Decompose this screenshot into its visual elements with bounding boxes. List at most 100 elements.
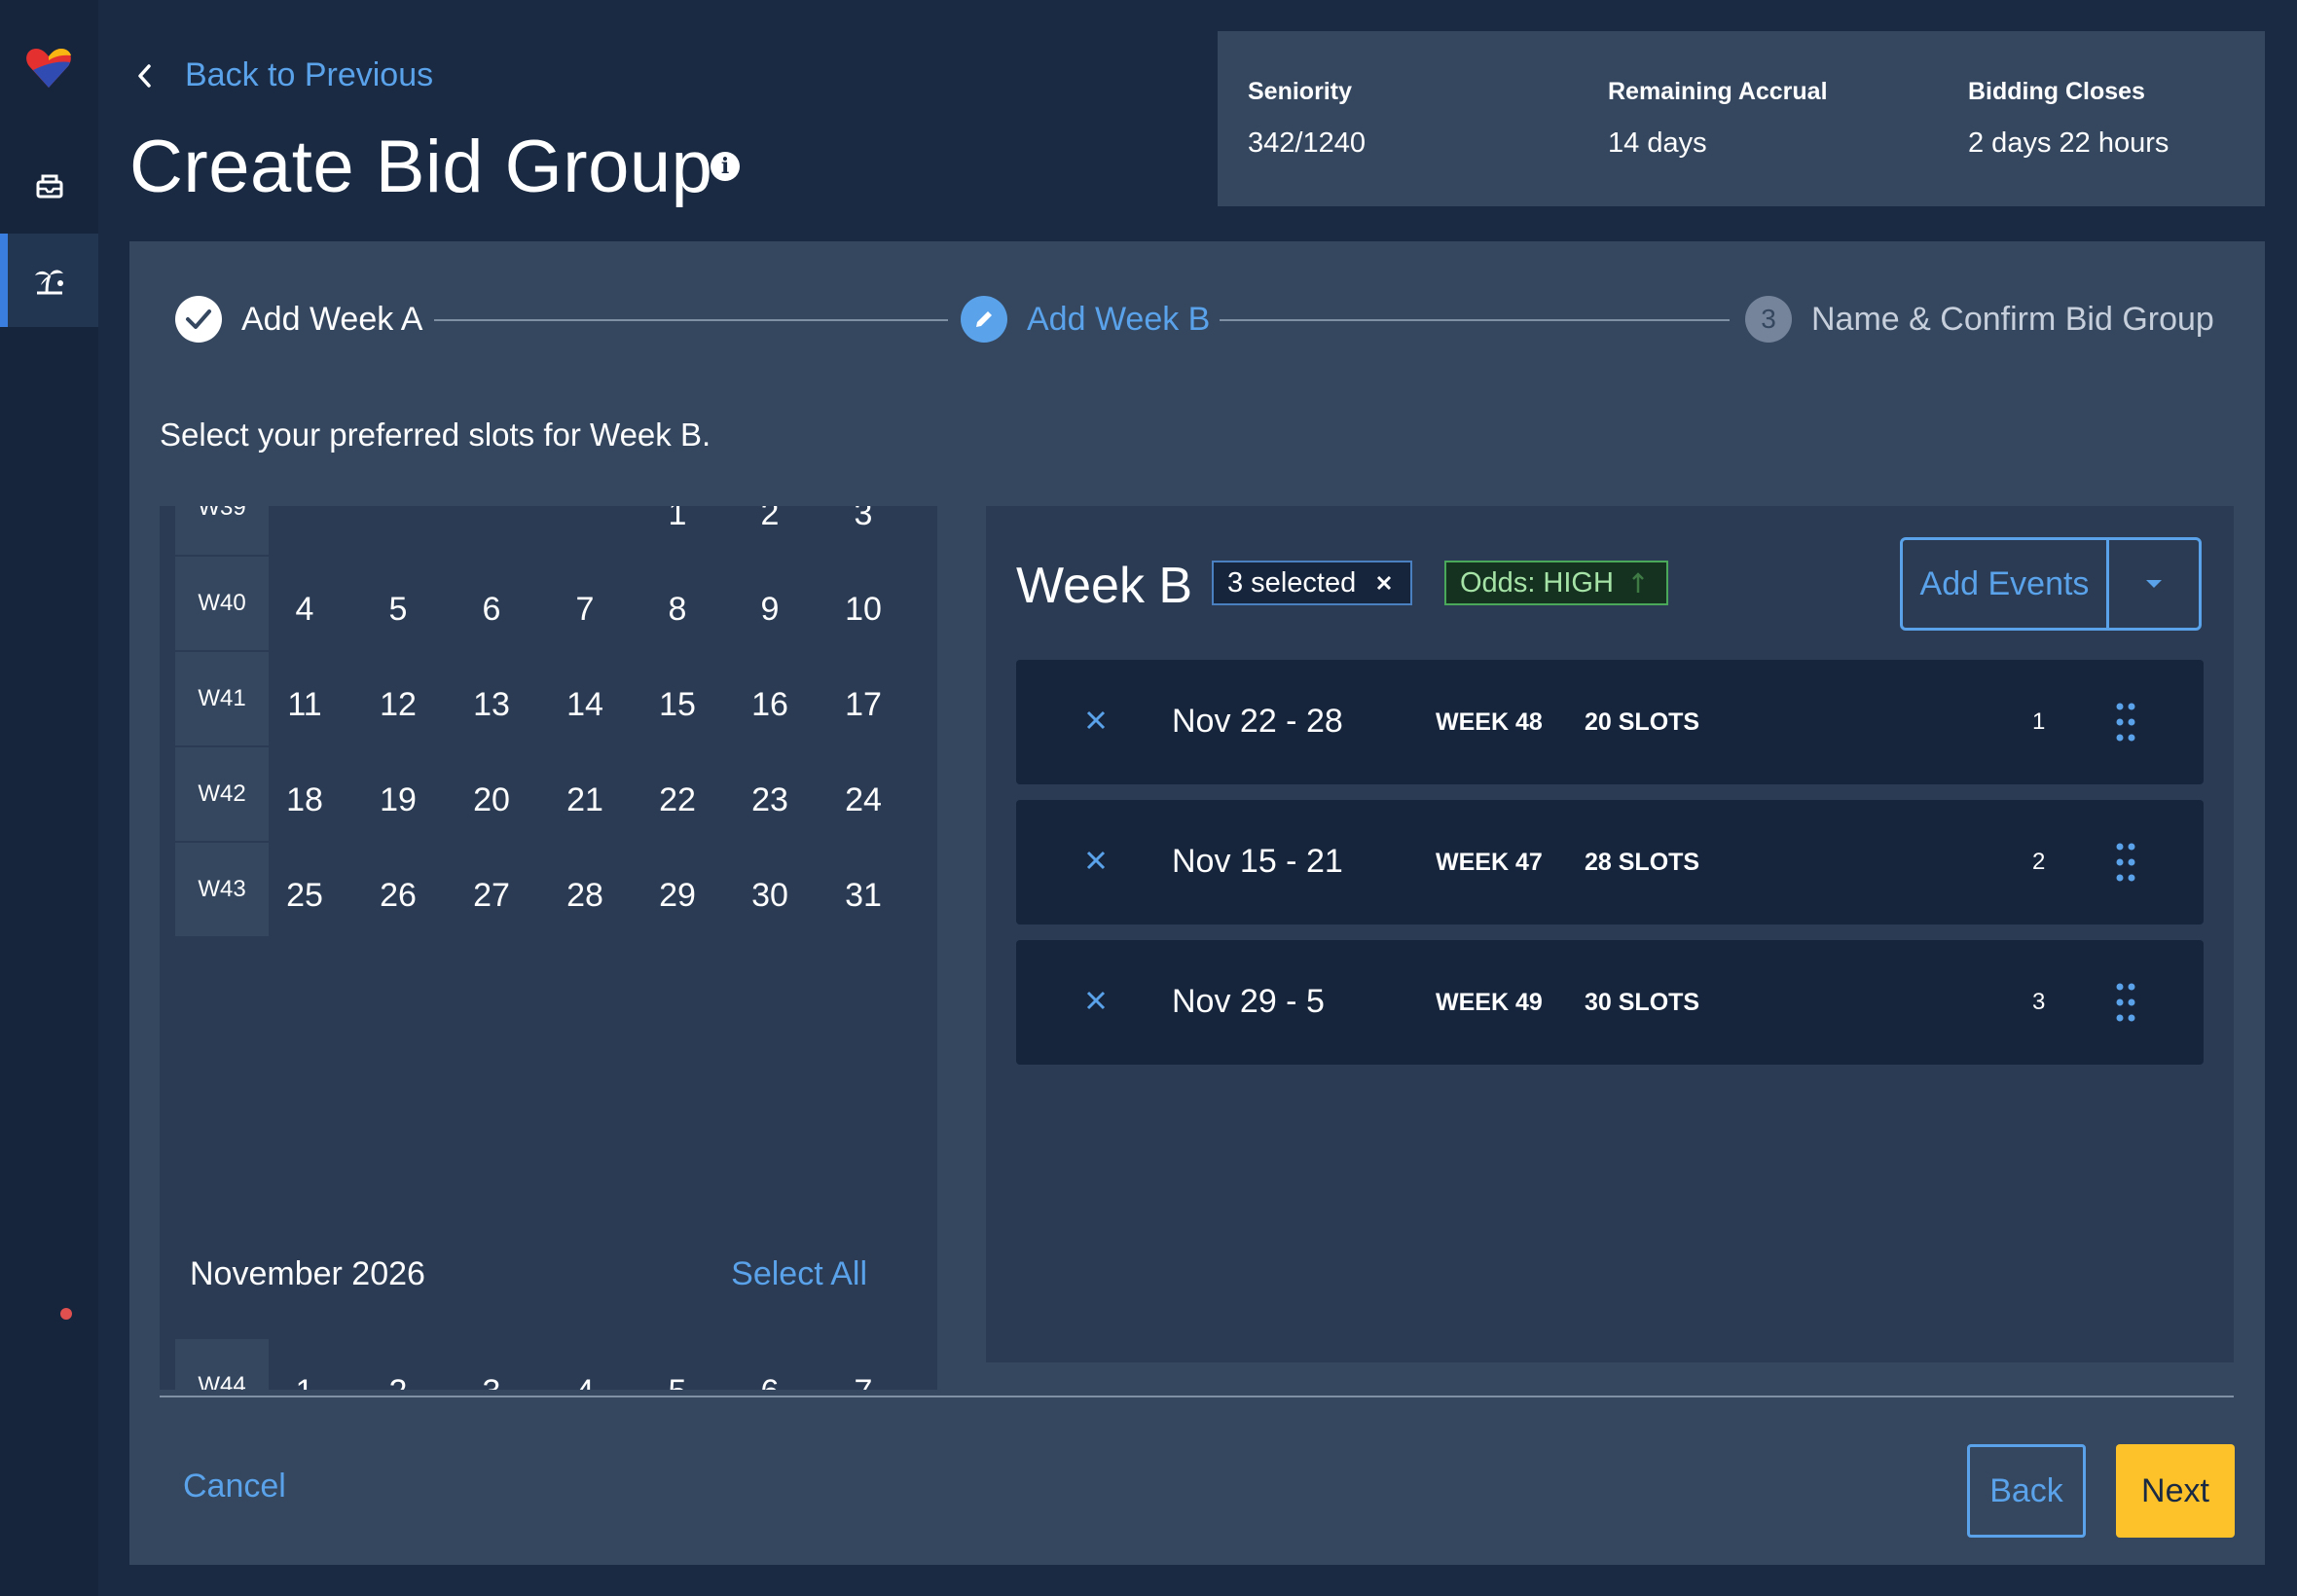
event-date-range: Nov 29 - 5 [1172, 983, 1325, 1020]
calendar-day[interactable]: 1 [645, 506, 710, 543]
calendar-day[interactable]: 20 [459, 771, 524, 829]
calendar-day[interactable]: 21 [553, 771, 617, 829]
calendar-day[interactable]: 2 [738, 506, 802, 543]
week-number-label: W40 [198, 590, 246, 616]
week-number-label: W42 [198, 780, 246, 807]
calendar-day[interactable]: 11 [273, 675, 337, 734]
event-rank: 2 [2032, 849, 2046, 875]
calendar-day[interactable]: 19 [366, 771, 430, 829]
drag-handle-icon[interactable] [2114, 979, 2137, 1026]
bidding-closes-stat: Bidding Closes 2 days 22 hours [1968, 78, 2169, 160]
calendar-day[interactable]: 30 [738, 866, 802, 925]
calendar-day[interactable]: 17 [831, 675, 895, 734]
step-add-week-b[interactable]: Add Week B [961, 296, 1210, 343]
step-name-confirm[interactable]: 3 Name & Confirm Bid Group [1745, 296, 2214, 343]
calendar-day[interactable]: 25 [273, 866, 337, 925]
calendar-day[interactable]: 14 [553, 675, 617, 734]
calendar-day[interactable]: 6 [738, 1362, 802, 1391]
arrow-up-icon [1632, 572, 1644, 593]
calendar-day[interactable]: 27 [459, 866, 524, 925]
week-number-cell[interactable]: W41 [175, 652, 269, 745]
calendar-day[interactable]: 31 [831, 866, 895, 925]
calendar-day[interactable]: 22 [645, 771, 710, 829]
event-row[interactable]: Nov 15 - 21 WEEK 47 28 SLOTS 2 [1016, 800, 2204, 925]
event-slot-count: 28 SLOTS [1585, 849, 1700, 876]
calendar-day[interactable]: 3 [459, 1362, 524, 1391]
back-to-previous-link[interactable]: Back to Previous [136, 56, 433, 94]
calendar-day[interactable]: 26 [366, 866, 430, 925]
step-add-week-a-label: Add Week A [241, 300, 423, 338]
calendar-day[interactable]: 8 [645, 580, 710, 638]
back-button[interactable]: Back [1967, 1444, 2086, 1538]
calendar-week-row: W40 4 5 6 7 8 9 10 [175, 557, 937, 652]
calendar-day[interactable]: 10 [831, 580, 895, 638]
remove-event-icon[interactable] [1076, 981, 1115, 1020]
event-rank: 1 [2032, 708, 2046, 735]
week-number-cell[interactable]: W42 [175, 747, 269, 841]
info-icon[interactable]: i [711, 152, 740, 181]
sidebar-item-schedule[interactable] [0, 138, 98, 232]
calendar-day[interactable]: 4 [553, 1362, 617, 1391]
calendar-day[interactable]: 5 [645, 1362, 710, 1391]
calendar-day[interactable]: 29 [645, 866, 710, 925]
heart-logo-icon[interactable] [23, 43, 74, 93]
drag-handle-icon[interactable] [2114, 839, 2137, 886]
week-number-label: W44 [198, 1372, 246, 1390]
bidding-closes-label: Bidding Closes [1968, 78, 2145, 105]
calendar-day[interactable]: 15 [645, 675, 710, 734]
event-row[interactable]: Nov 29 - 5 WEEK 49 30 SLOTS 3 [1016, 940, 2204, 1065]
week-number-label: W41 [198, 685, 246, 711]
calendar-day[interactable]: 13 [459, 675, 524, 734]
calendar-panel[interactable]: W39 1 2 3 W40 4 5 6 7 8 9 10 W41 11 12 13 14 15 16 17 W42 18 1… [160, 506, 937, 1390]
calendar-day[interactable]: 6 [459, 580, 524, 638]
remove-event-icon[interactable] [1076, 841, 1115, 880]
calendar-day[interactable]: 5 [366, 580, 430, 638]
week-number-cell[interactable]: W43 [175, 843, 269, 936]
step-add-week-a[interactable]: Add Week A [175, 296, 423, 343]
calendar-day[interactable]: 16 [738, 675, 802, 734]
calendar-day[interactable]: 24 [831, 771, 895, 829]
add-events-dropdown[interactable] [2109, 540, 2199, 628]
event-date-range: Nov 15 - 21 [1172, 843, 1343, 880]
next-button[interactable]: Next [2116, 1444, 2235, 1538]
selected-count-chip[interactable]: 3 selected [1212, 561, 1413, 605]
event-week-number: WEEK 47 [1436, 849, 1543, 876]
calendar-week-row: W39 1 2 3 [175, 506, 937, 557]
calendar-day[interactable]: 9 [738, 580, 802, 638]
seniority-label: Seniority [1248, 78, 1352, 105]
step-name-confirm-label: Name & Confirm Bid Group [1811, 300, 2214, 338]
event-rank: 3 [2032, 989, 2046, 1015]
stepper-divider [434, 319, 948, 321]
event-slot-count: 20 SLOTS [1585, 708, 1700, 736]
accrual-label: Remaining Accrual [1608, 78, 1828, 105]
week-number-cell[interactable]: W39 [175, 506, 269, 555]
event-row[interactable]: Nov 22 - 28 WEEK 48 20 SLOTS 1 [1016, 660, 2204, 784]
add-events-button[interactable]: Add Events [1903, 540, 2109, 628]
calendar-day[interactable]: 7 [553, 580, 617, 638]
calendar-day[interactable]: 4 [273, 580, 337, 638]
calendar-day[interactable]: 28 [553, 866, 617, 925]
calendar-day[interactable]: 18 [273, 771, 337, 829]
calendar-day[interactable]: 7 [831, 1362, 895, 1391]
week-b-panel: Week B 3 selected Odds: HIGH Add Events … [986, 506, 2234, 1362]
event-week-number: WEEK 49 [1436, 989, 1543, 1016]
clear-selection-icon[interactable] [1375, 574, 1393, 592]
remove-event-icon[interactable] [1076, 701, 1115, 740]
checkmark-icon [175, 296, 222, 343]
week-number-cell[interactable]: W44 [175, 1339, 269, 1390]
calendar-day[interactable]: 3 [831, 506, 895, 543]
seniority-stat: Seniority 342/1240 [1248, 78, 1366, 160]
page-title: Create Bid Group [129, 126, 713, 208]
calendar-day[interactable]: 2 [366, 1362, 430, 1391]
select-all-link[interactable]: Select All [731, 1255, 867, 1293]
accrual-value: 14 days [1608, 127, 1707, 159]
sidebar-item-vacation[interactable] [0, 234, 98, 327]
week-number-cell[interactable]: W40 [175, 557, 269, 650]
cancel-button[interactable]: Cancel [183, 1468, 286, 1505]
caret-down-icon [2146, 580, 2162, 588]
drag-handle-icon[interactable] [2114, 699, 2137, 745]
calendar-day[interactable]: 23 [738, 771, 802, 829]
calendar-day[interactable]: 12 [366, 675, 430, 734]
accrual-stat: Remaining Accrual 14 days [1608, 78, 1828, 160]
calendar-day[interactable]: 1 [273, 1362, 337, 1391]
